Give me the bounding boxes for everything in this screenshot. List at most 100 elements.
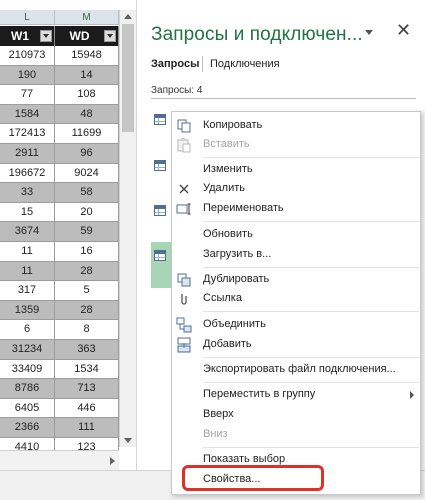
menu-item-refresh[interactable]: Обновить [172,225,420,245]
table-cell[interactable]: 111 [55,418,119,438]
table-body: 210973 15948 190 14 77 108 1584 48 172413 11699 29… [0,46,119,458]
table-cell[interactable]: 108 [55,85,119,105]
table-cell[interactable]: 2366 [0,418,55,438]
table-cell[interactable]: 1584 [0,104,55,125]
table-row: 33 58 [0,183,119,203]
table-cell[interactable]: 196672 [0,163,55,184]
menu-item-edit[interactable]: Изменить [172,160,420,180]
table-cell[interactable]: 5 [55,281,119,301]
table-cell[interactable]: 11699 [55,124,119,144]
table-cell[interactable]: 8 [55,320,119,340]
menu-item-move-down[interactable]: Вниз [172,425,420,445]
table-cell[interactable]: 317 [0,281,55,301]
divider [151,98,416,99]
merge-icon [176,317,192,333]
menu-item-move-up[interactable]: Вверх [172,405,420,425]
tab-divider [202,56,203,72]
menu-item-label: Копировать [203,119,263,131]
table-row: 1359 28 [0,300,119,321]
tab-connections[interactable]: Подключения [210,58,280,70]
menu-item-label: Экспортировать файл подключения... [203,363,396,375]
table-cell[interactable]: 446 [55,398,119,419]
scroll-up-icon[interactable] [124,14,132,19]
table-cell[interactable]: 15 [0,202,55,223]
header-cell-wd[interactable]: WD [55,26,119,46]
table-cell[interactable]: 3674 [0,222,55,242]
menu-item-merge[interactable]: Объединить [172,315,420,335]
table-cell[interactable]: 363 [55,339,119,360]
menu-item-move-to-group[interactable]: Переместить в группу [172,385,420,405]
paste-icon [177,138,191,153]
table-cell[interactable]: 713 [55,379,119,399]
query-count: Запросы: 4 [151,85,203,96]
table-cell[interactable]: 1359 [0,300,55,321]
menu-item-reference[interactable]: Ссылка [172,289,420,309]
table-cell[interactable]: 9024 [55,163,119,184]
vertical-scrollbar[interactable] [119,10,136,447]
menu-separator [203,357,419,358]
table-cell[interactable]: 15948 [55,46,119,66]
chevron-down-icon[interactable] [365,30,373,35]
scroll-down-icon[interactable] [124,438,132,443]
table-cell[interactable]: 58 [55,183,119,203]
table-icon[interactable] [154,250,166,261]
menu-item-append[interactable]: Добавить [172,335,420,355]
table-cell[interactable]: 6405 [0,398,55,419]
table-icon[interactable] [154,114,166,125]
horizontal-scrollbar[interactable] [0,450,119,470]
close-icon[interactable]: ✕ [396,21,411,39]
table-cell[interactable]: 172413 [0,124,55,144]
table-cell[interactable]: 2911 [0,143,55,164]
table-row: 6405 446 [0,398,119,419]
menu-separator [203,447,419,448]
table-icon[interactable] [154,205,166,216]
column-letter-l[interactable]: L [0,10,55,25]
menu-item-rename[interactable]: Переименовать [172,199,420,219]
table-cell[interactable]: 210973 [0,46,55,66]
menu-item-label: Изменить [203,163,253,175]
header-cell-w1[interactable]: W1 [0,26,55,46]
table-row: 3674 59 [0,222,119,242]
tab-queries[interactable]: Запросы [151,58,199,70]
table-cell[interactable]: 11 [0,241,55,262]
table-cell[interactable]: 59 [55,222,119,242]
header-label: W1 [11,29,29,43]
table-cell[interactable]: 6 [0,320,55,340]
column-letters: L M [0,10,119,25]
menu-item-duplicate[interactable]: Дублировать [172,270,420,290]
table-cell[interactable]: 11 [0,261,55,282]
table-cell[interactable]: 14 [55,65,119,86]
table-cell[interactable]: 96 [55,143,119,164]
table-cell[interactable]: 20 [55,202,119,223]
scrollbar-thumb[interactable] [122,24,134,132]
menu-item-export-connection[interactable]: Экспортировать файл подключения... [172,360,420,380]
column-letter-m[interactable]: M [55,10,119,25]
filter-dropdown-icon[interactable] [40,30,52,42]
table-cell[interactable]: 77 [0,85,55,105]
table-row: 196672 9024 [0,163,119,184]
table-cell[interactable]: 8786 [0,379,55,399]
menu-item-copy[interactable]: Копировать [172,116,420,136]
table-row: 31234 363 [0,339,119,360]
scroll-right-icon[interactable] [110,457,115,465]
menu-item-paste[interactable]: Вставить [172,135,420,155]
menu-item-label: Переименовать [203,202,284,214]
table-cell[interactable]: 33409 [0,359,55,380]
menu-item-label: Объединить [203,318,266,330]
filter-dropdown-icon[interactable] [104,30,116,42]
table-cell[interactable]: 28 [55,261,119,282]
table-cell[interactable]: 31234 [0,339,55,360]
table-cell[interactable]: 16 [55,241,119,262]
table-cell[interactable]: 190 [0,65,55,86]
table-icon[interactable] [154,160,166,171]
menu-item-label: Загрузить в... [203,248,272,260]
highlight-box [182,465,324,491]
table-cell[interactable]: 1534 [55,359,119,380]
menu-item-delete[interactable]: Удалить [172,179,420,199]
table-row: 172413 11699 [0,124,119,144]
table-row: 11 16 [0,241,119,262]
table-cell[interactable]: 48 [55,104,119,125]
table-cell[interactable]: 33 [0,183,55,203]
table-cell[interactable]: 28 [55,300,119,321]
menu-item-load-to[interactable]: Загрузить в... [172,245,420,265]
